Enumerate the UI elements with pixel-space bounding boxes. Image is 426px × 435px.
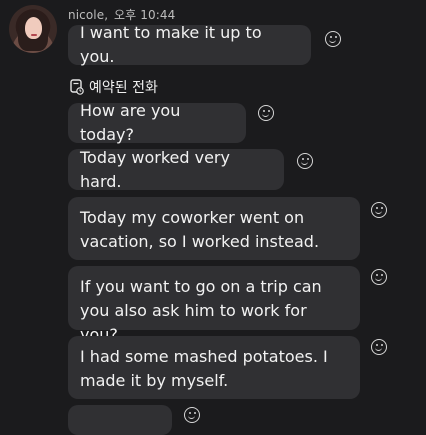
scheduled-call-label: 예약된 전화	[89, 80, 158, 96]
message-time: 오후 10:44	[114, 8, 176, 22]
avatar[interactable]	[9, 5, 57, 53]
message-bubble[interactable]: I want to make it up to you.	[68, 23, 311, 66]
message-text: I want to make it up to you.	[80, 23, 262, 66]
sender-name: nicole	[68, 8, 105, 22]
message-text: Today my coworker went on vacation, so I…	[80, 208, 320, 251]
message-bubble[interactable]: Today my coworker went on vacation, so I…	[68, 197, 360, 260]
add-reaction-icon[interactable]	[325, 31, 341, 47]
message-bubble[interactable]: How are you today?	[68, 101, 246, 144]
message-bubble[interactable]: If you want to go on a trip can you also…	[68, 266, 360, 344]
scheduled-call: 예약된 전화	[70, 77, 158, 97]
message-text: How are you today?	[80, 101, 181, 144]
message-text: I had some mashed potatoes. I made it by…	[80, 347, 328, 390]
message-text: Today worked very hard.	[80, 147, 230, 191]
message-bubble[interactable]	[68, 405, 172, 435]
add-reaction-icon[interactable]	[371, 202, 387, 218]
add-reaction-icon[interactable]	[297, 153, 313, 169]
message-bubble[interactable]: I had some mashed potatoes. I made it by…	[68, 336, 360, 399]
add-reaction-icon[interactable]	[371, 339, 387, 355]
add-reaction-icon[interactable]	[184, 407, 200, 423]
message-bubble[interactable]: Today worked very hard.	[68, 148, 284, 191]
add-reaction-icon[interactable]	[258, 105, 274, 121]
avatar-lip	[31, 34, 37, 36]
add-reaction-icon[interactable]	[371, 269, 387, 285]
scheduled-call-icon	[70, 79, 84, 95]
